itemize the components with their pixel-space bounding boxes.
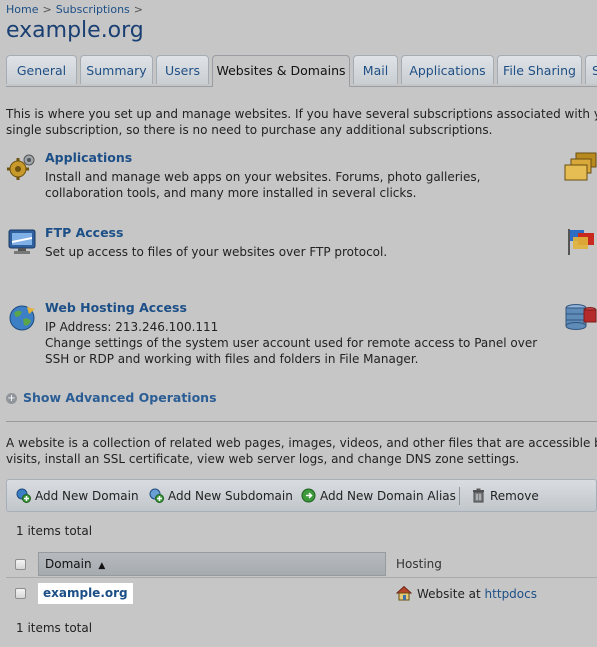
add-new-domain-label: Add New Domain	[35, 489, 139, 503]
row-checkbox[interactable]	[15, 588, 26, 599]
table-row: example.org Website at httpdocs	[6, 579, 597, 609]
remove-label: Remove	[490, 489, 539, 503]
gears-icon[interactable]	[7, 152, 37, 182]
breadcrumb-home-link[interactable]: Home	[6, 3, 38, 16]
flags-icon	[568, 229, 594, 255]
applications-desc-line1: Install and manage web apps on your webs…	[45, 170, 481, 184]
items-total-bottom: 1 items total	[16, 621, 93, 635]
tab-s[interactable]: S	[585, 55, 597, 84]
add-new-subdomain-label: Add New Subdomain	[168, 489, 293, 503]
trash-icon	[473, 488, 484, 503]
toolbar-separator	[459, 487, 460, 505]
house-icon	[396, 585, 412, 601]
web-hosting-desc-line1: Change settings of the system user accou…	[45, 336, 538, 350]
ftp-access-link[interactable]: FTP Access	[45, 225, 123, 240]
show-advanced-operations[interactable]: + Show Advanced Operations	[6, 390, 217, 405]
breadcrumb-separator: >	[133, 3, 143, 16]
web-hosting-access-link[interactable]: Web Hosting Access	[45, 300, 187, 315]
tab-mail[interactable]: Mail	[353, 55, 398, 84]
add-domain-icon	[16, 488, 31, 503]
tab-applications[interactable]: Applications	[401, 55, 494, 84]
breadcrumb-subscriptions-link[interactable]: Subscriptions	[56, 3, 130, 16]
add-alias-icon	[301, 488, 316, 503]
column-header-domain[interactable]: Domain ▲	[38, 552, 386, 576]
add-subdomain-icon	[149, 488, 164, 503]
hosting-cell: Website at httpdocs	[396, 585, 537, 603]
add-new-subdomain-button[interactable]: Add New Subdomain	[149, 487, 293, 505]
tab-websites-domains[interactable]: Websites & Domains	[212, 55, 350, 87]
add-new-domain-button[interactable]: Add New Domain	[16, 487, 139, 505]
column-header-hosting: Hosting	[396, 557, 442, 571]
tab-bar: General Summary Users Websites & Domains…	[6, 55, 597, 87]
ftp-access-desc: Set up access to files of your websites …	[45, 245, 388, 259]
web-hosting-ip: IP Address: 213.246.100.111	[45, 320, 219, 334]
applications-link[interactable]: Applications	[45, 150, 132, 165]
domains-toolbar: Add New Domain Add New Subdomain Add New…	[6, 479, 597, 512]
intro-text-line1: This is where you set up and manage webs…	[6, 107, 597, 121]
tab-summary[interactable]: Summary	[80, 55, 153, 84]
add-new-domain-alias-label: Add New Domain Alias	[320, 489, 456, 503]
folders-icon	[564, 152, 597, 181]
applications-desc-line2: collaboration tools, and many more insta…	[45, 186, 417, 200]
domain-link[interactable]: example.org	[38, 583, 133, 604]
hosting-prefix: Website at	[417, 587, 481, 601]
ftp-monitor-icon[interactable]	[7, 227, 37, 257]
remove-button[interactable]: Remove	[471, 487, 539, 505]
breadcrumb: Home > Subscriptions >	[6, 3, 147, 16]
tab-file-sharing[interactable]: File Sharing	[497, 55, 582, 84]
web-hosting-desc-line2: SSH or RDP and working with files and fo…	[45, 352, 419, 366]
website-intro-line1: A website is a collection of related web…	[6, 436, 597, 450]
tab-users[interactable]: Users	[156, 55, 209, 84]
plus-circle-icon: +	[6, 393, 17, 404]
database-icon	[565, 304, 597, 330]
breadcrumb-separator: >	[42, 3, 52, 16]
globe-icon[interactable]	[8, 303, 38, 333]
divider	[6, 421, 597, 422]
tab-general[interactable]: General	[6, 55, 77, 84]
items-total-top: 1 items total	[16, 524, 93, 538]
sort-ascending-icon: ▲	[98, 561, 106, 571]
select-all-checkbox[interactable]	[15, 559, 26, 570]
add-new-domain-alias-button[interactable]: Add New Domain Alias	[301, 487, 456, 505]
show-advanced-operations-label: Show Advanced Operations	[23, 390, 217, 405]
httpdocs-link[interactable]: httpdocs	[485, 587, 537, 601]
domains-table-header: Domain ▲ Hosting	[6, 551, 597, 578]
page-title: example.org	[6, 18, 144, 43]
column-header-domain-label: Domain	[45, 557, 92, 571]
website-intro-line2: visits, install an SSL certificate, view…	[6, 452, 520, 466]
intro-text-line2: single subscription, so there is no need…	[6, 123, 493, 137]
